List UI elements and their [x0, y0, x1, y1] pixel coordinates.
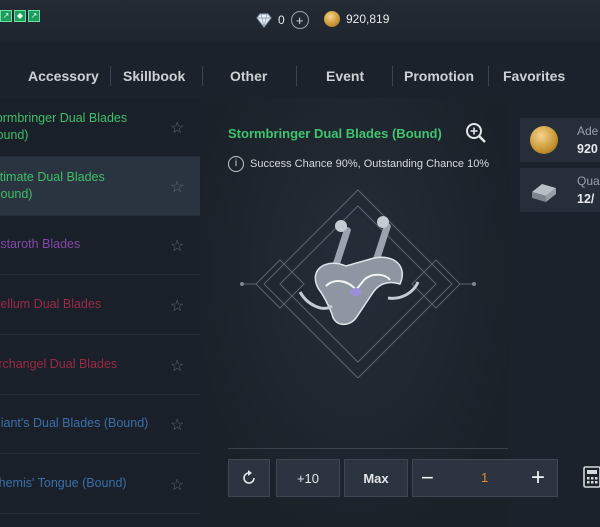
quantity-value[interactable]: 1 — [481, 470, 488, 485]
category-tabs: Accessory Skillbook Other Event Promotio… — [0, 56, 600, 96]
favorite-star-icon[interactable]: ☆ — [170, 296, 184, 316]
list-item[interactable]: Astaroth Blades ☆ — [0, 216, 200, 275]
material-quality[interactable]: Qua 12/ — [520, 168, 600, 212]
favorite-star-icon[interactable]: ☆ — [170, 118, 184, 138]
list-item[interactable]: Archangel Dual Blades ☆ — [0, 336, 200, 395]
favorite-star-icon[interactable]: ☆ — [170, 356, 184, 376]
item-name: Giant's Dual Blades (Bound) — [0, 416, 149, 430]
material-count: 920 — [577, 142, 598, 156]
adena-coin-icon — [324, 11, 340, 27]
tab-favorites[interactable]: Favorites — [503, 68, 565, 84]
tab-accessory[interactable]: Accessory — [28, 68, 99, 84]
buff-icons: ↗ ◆ ↗ — [0, 10, 40, 22]
buff-icon[interactable]: ↗ — [28, 10, 40, 22]
item-name: Ultimate Dual Blades (Bound) — [0, 170, 105, 201]
diamond-currency: 0 + — [256, 11, 309, 29]
tab-skillbook[interactable]: Skillbook — [123, 68, 185, 84]
list-item[interactable]: Pellum Dual Blades ☆ — [0, 276, 200, 335]
favorite-star-icon[interactable]: ☆ — [170, 236, 184, 256]
top-bar: ↗ ◆ ↗ 0 + 920,819 — [0, 0, 600, 42]
tab-other[interactable]: Other — [230, 68, 267, 84]
quantity-stepper: − 1 + — [412, 459, 558, 497]
tab-divider — [488, 66, 489, 86]
list-item[interactable]: Giant's Dual Blades (Bound) ☆ — [0, 395, 200, 454]
material-adena[interactable]: Ade 920 — [520, 118, 600, 162]
decrease-button[interactable]: − — [421, 465, 434, 491]
adena-currency: 920,819 — [324, 11, 389, 27]
increase-button[interactable]: + — [531, 464, 545, 492]
favorite-star-icon[interactable]: ☆ — [170, 415, 184, 435]
material-count: 12/ — [577, 192, 595, 206]
reset-button[interactable] — [228, 459, 270, 497]
adena-coin-icon — [530, 126, 558, 154]
tab-divider — [202, 66, 203, 86]
tab-divider — [110, 66, 111, 86]
panel-divider — [228, 448, 508, 449]
favorite-star-icon[interactable]: ☆ — [170, 475, 184, 495]
chance-info: i Success Chance 90%, Outstanding Chance… — [228, 156, 489, 172]
magnify-plus-icon[interactable] — [465, 122, 487, 144]
material-label: Qua — [577, 174, 600, 188]
reset-icon — [243, 470, 255, 484]
diamond-count: 0 — [278, 13, 285, 27]
adena-count: 920,819 — [346, 12, 390, 26]
calculator-icon[interactable] — [583, 466, 600, 488]
tab-promotion[interactable]: Promotion — [404, 68, 474, 84]
diamond-icon — [256, 13, 272, 28]
item-list: Stormbringer Dual Blades (Bound) ☆ Ultim… — [0, 98, 200, 527]
item-name: Stormbringer Dual Blades (Bound) — [0, 111, 128, 142]
tab-divider — [392, 66, 393, 86]
buff-icon[interactable]: ◆ — [14, 10, 26, 22]
max-button[interactable]: Max — [344, 459, 408, 497]
metal-ingot-icon — [532, 184, 556, 202]
tab-event[interactable]: Event — [326, 68, 364, 84]
materials-panel: Ade 920 Qua 12/ — [520, 118, 600, 212]
item-name: Archangel Dual Blades — [0, 357, 118, 371]
list-item[interactable]: Ultimate Dual Blades (Bound) ☆ — [0, 157, 200, 216]
item-name: Pellum Dual Blades — [0, 297, 102, 311]
tab-divider — [296, 66, 297, 86]
item-title: Stormbringer Dual Blades (Bound) — [228, 126, 442, 141]
chance-text: Success Chance 90%, Outstanding Chance 1… — [250, 158, 490, 170]
dual-blades-artwork — [240, 189, 476, 378]
item-name: Astaroth Blades — [0, 237, 81, 251]
plus-ten-button[interactable]: +10 — [276, 459, 340, 497]
material-label: Ade — [577, 124, 599, 138]
item-name: Themis' Tongue (Bound) — [0, 476, 127, 490]
list-item[interactable]: Themis' Tongue (Bound) ☆ — [0, 455, 200, 514]
add-diamond-button[interactable]: + — [290, 11, 309, 29]
favorite-star-icon[interactable]: ☆ — [170, 177, 184, 197]
info-icon[interactable]: i — [228, 156, 244, 172]
buff-icon[interactable]: ↗ — [0, 10, 12, 22]
list-item[interactable]: Stormbringer Dual Blades (Bound) ☆ — [0, 98, 200, 157]
